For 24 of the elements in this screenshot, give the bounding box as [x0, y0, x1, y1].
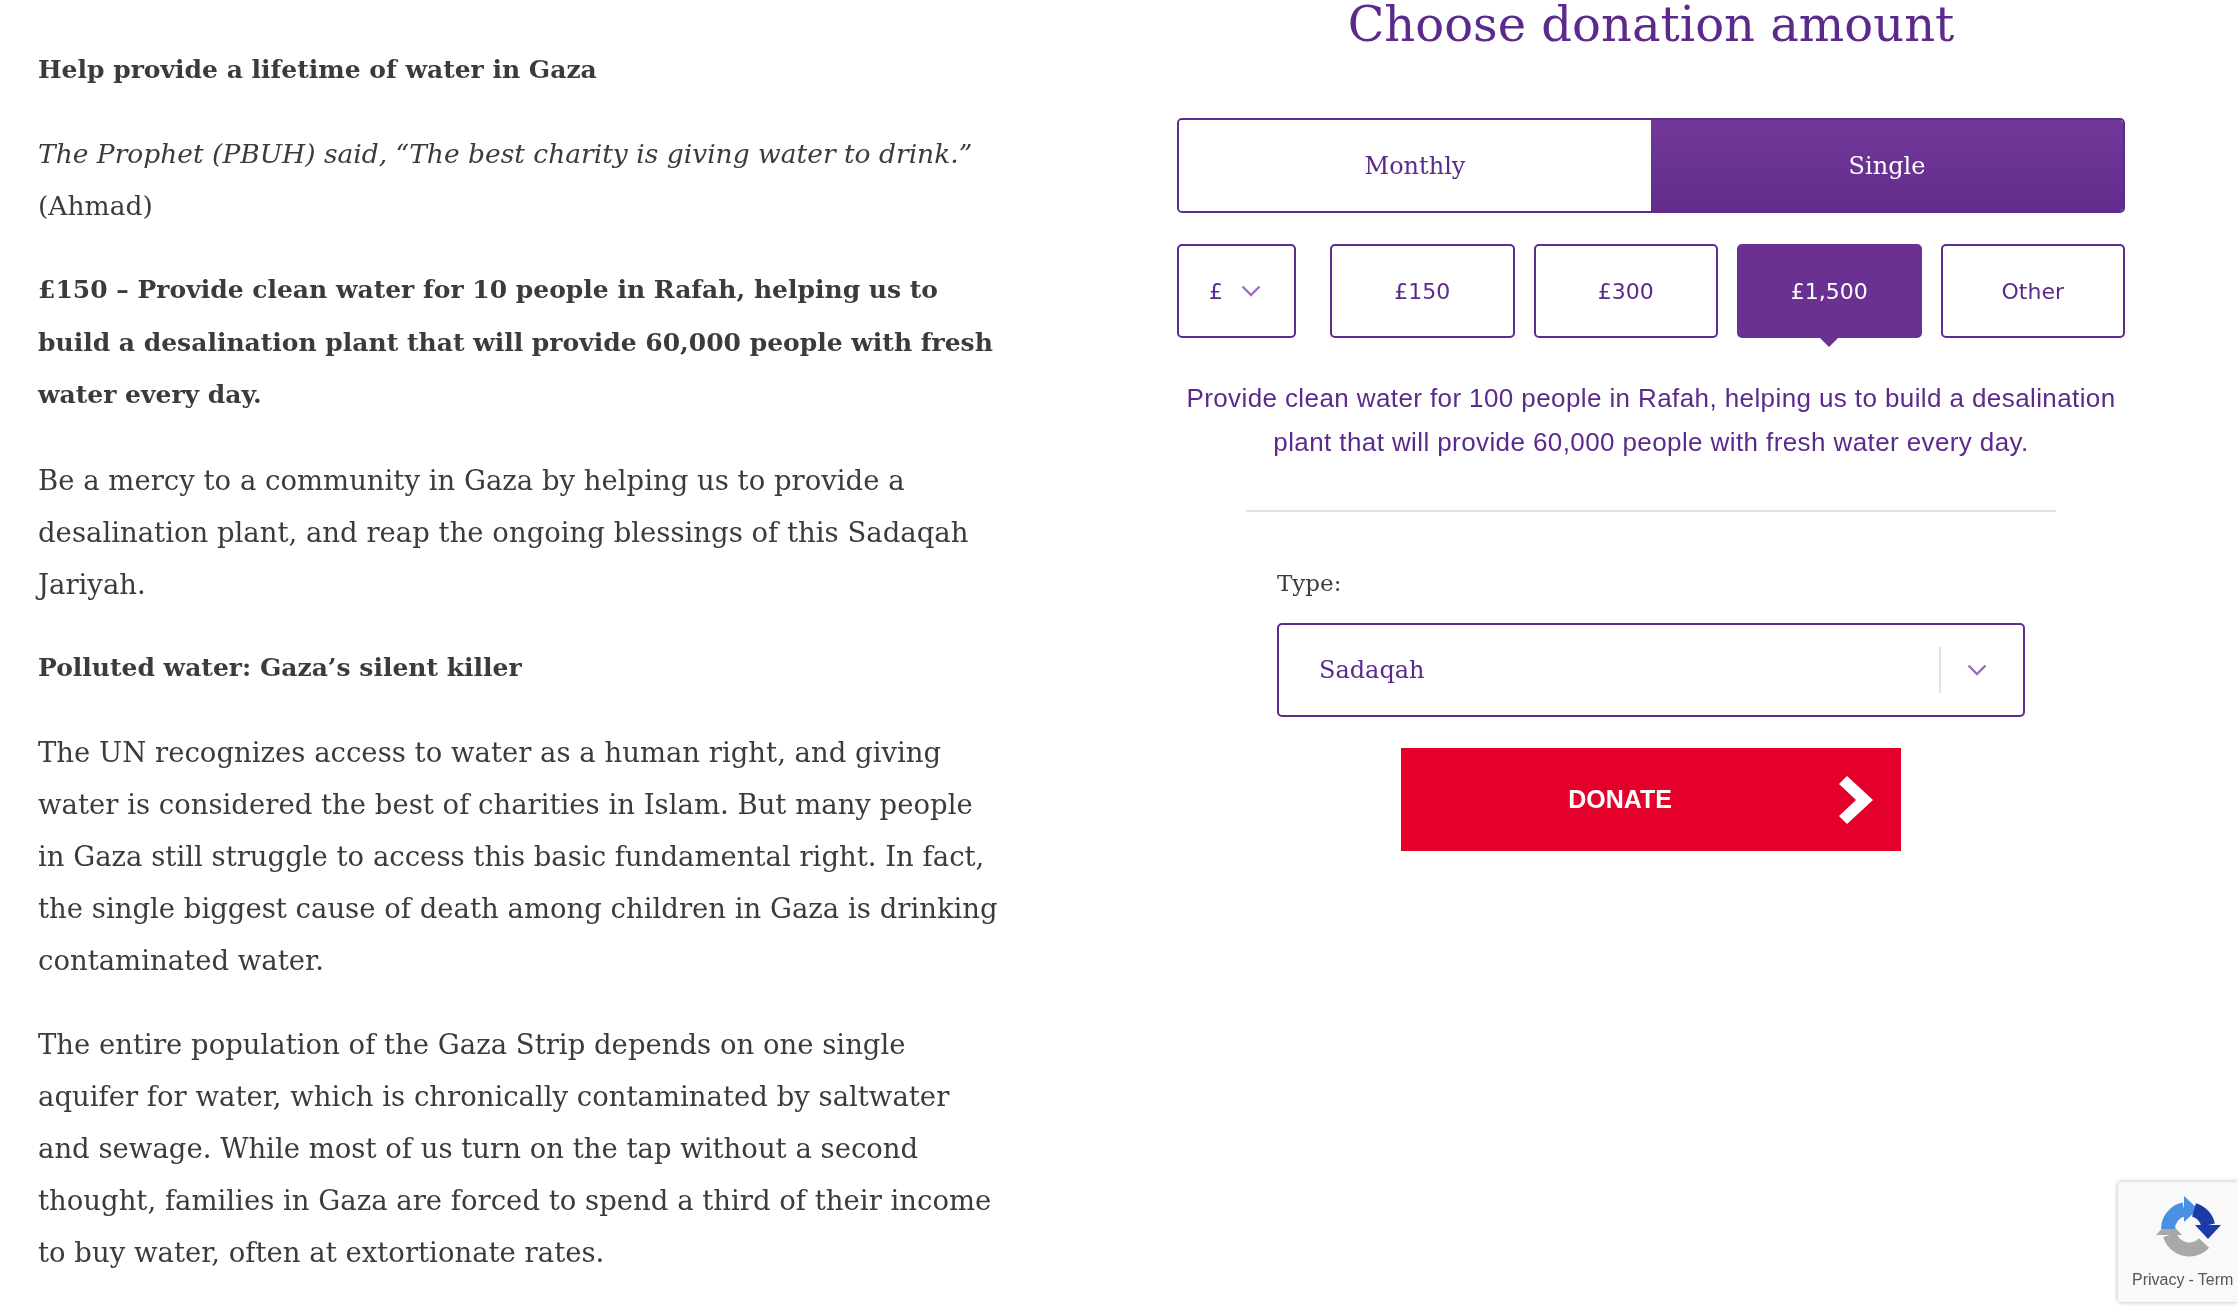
- amount-option[interactable]: £150: [1330, 244, 1515, 338]
- amount-description: Provide clean water for 100 people in Rafah, helping us to build a desalination plant that will provide 60,000 people with fresh water every day.: [1185, 382, 2117, 459]
- body-paragraph: The entire population of the Gaza Strip depends on one single aquifer for water, which is chronically contaminated by saltwater and sewage. While most of us turn on the tap without a second thought, families in Gaza are forced to spend a third of their income to buy water, often at extortionate rates.: [38, 1026, 993, 1270]
- currency-select[interactable]: £: [1177, 244, 1296, 338]
- amount-option[interactable]: £300: [1533, 244, 1718, 338]
- pointer-icon: [1820, 338, 1839, 347]
- type-select[interactable]: Sadaqah: [1277, 623, 2025, 717]
- lead-paragraph: £150 – Provide clean water for 10 people in Rafah, helping us to build a desalination plant that will provide 60,000 people with fresh water every day.: [38, 274, 994, 411]
- section-heading: Polluted water: Gaza’s silent killer: [38, 651, 523, 684]
- terms-link[interactable]: Term: [2197, 1272, 2234, 1288]
- frequency-tab[interactable]: Single: [1651, 120, 2123, 211]
- privacy-link[interactable]: Privacy: [2132, 1272, 2185, 1288]
- type-label: Type:: [1277, 569, 1343, 598]
- amount-option[interactable]: £1,500: [1737, 244, 1922, 338]
- chevron-right-icon: [1839, 775, 1873, 824]
- chevron-down-icon: [1967, 664, 1987, 676]
- section-heading: Help provide a lifetime of water in Gaza: [38, 54, 598, 86]
- link-separator: -: [2188, 1272, 2194, 1288]
- body-paragraph: The UN recognizes access to water as a human right, and giving water is considered the best of charities in Islam. But many people in Gaza still struggle to access this basic fundamental right. In fact, the single biggest cause of death among children in Gaza is drinking contaminated water.: [38, 734, 999, 978]
- amount-option[interactable]: Other: [1940, 244, 2125, 338]
- quote-paragraph: The Prophet (PBUH) said, “The best charity is giving water to drink.” (Ahmad): [38, 137, 974, 223]
- donation-title: Choose donation amount: [1347, 0, 1955, 48]
- donate-button[interactable]: DONATE: [1401, 748, 1901, 851]
- chevron-down-icon: [1241, 285, 1261, 297]
